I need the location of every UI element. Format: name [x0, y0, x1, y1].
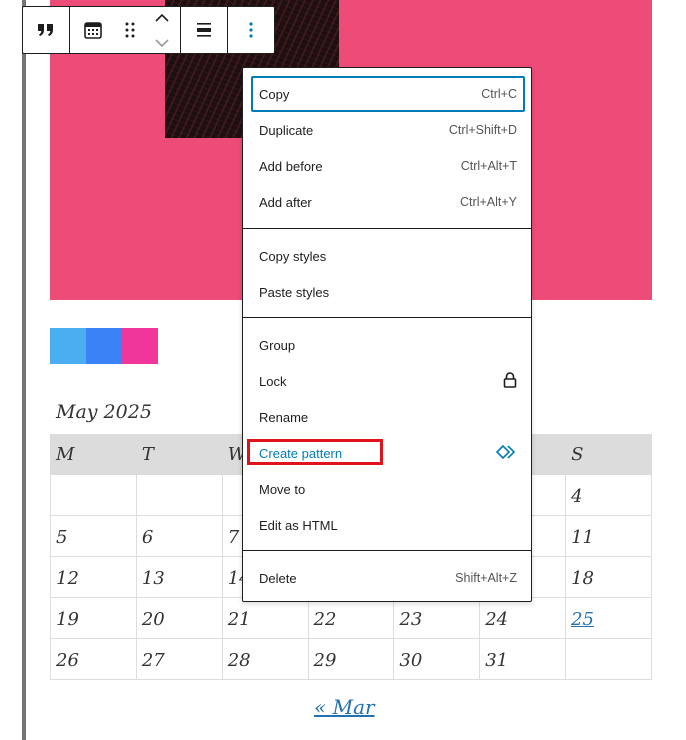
calendar-day: 13	[135, 556, 223, 598]
menu-item-group[interactable]: Group	[251, 327, 525, 363]
menu-item-label: Move to	[259, 481, 306, 497]
calendar-day: 28	[221, 638, 309, 680]
menu-item-add-after[interactable]: Add after Ctrl+Alt+Y	[251, 184, 525, 220]
calendar-day: 30	[393, 638, 481, 680]
menu-item-shortcut: Shift+Alt+Z	[455, 571, 517, 585]
weekday-header: T	[135, 434, 223, 475]
weekday-header: S	[565, 434, 652, 475]
calendar-day: 21	[221, 597, 309, 639]
block-selection-indicator	[22, 0, 26, 740]
menu-item-copy-styles[interactable]: Copy styles	[251, 238, 525, 274]
color-swatch-light-blue	[50, 328, 86, 364]
calendar-day: 12	[50, 556, 137, 598]
menu-item-paste-styles[interactable]: Paste styles	[251, 274, 525, 310]
menu-item-label: Group	[259, 337, 296, 353]
menu-item-shortcut: Ctrl+Shift+D	[448, 123, 517, 137]
move-down-icon[interactable]	[155, 33, 169, 52]
calendar-day: 19	[50, 597, 137, 639]
menu-item-rename[interactable]: Rename	[251, 399, 525, 435]
menu-divider	[243, 317, 531, 318]
calendar-day: 23	[393, 597, 481, 639]
calendar-icon[interactable]	[70, 7, 116, 53]
move-up-icon[interactable]	[155, 8, 169, 27]
calendar-day: 29	[307, 638, 395, 680]
color-swatch-blue	[86, 328, 122, 364]
menu-item-create-pattern[interactable]: Create pattern	[251, 435, 525, 471]
block-options-menu: Copy Ctrl+C Duplicate Ctrl+Shift+D Add b…	[242, 67, 532, 602]
menu-item-label: Lock	[259, 373, 287, 389]
calendar-week-row: 26 27 28 29 30 31	[50, 638, 652, 680]
menu-item-copy[interactable]: Copy Ctrl+C	[251, 76, 525, 112]
menu-item-label: Copy styles	[259, 248, 327, 264]
menu-item-label: Add after	[259, 194, 312, 210]
menu-item-shortcut: Ctrl+C	[481, 87, 517, 101]
color-swatch-pink	[122, 328, 158, 364]
menu-item-lock[interactable]: Lock	[251, 363, 525, 399]
calendar-day	[50, 474, 137, 516]
menu-item-move-to[interactable]: Move to	[251, 471, 525, 507]
weekday-header: M	[50, 434, 137, 475]
previous-month-link[interactable]: « Mar	[314, 695, 375, 719]
calendar-day-link[interactable]: 25	[565, 597, 652, 639]
menu-item-shortcut: Ctrl+Alt+Y	[460, 195, 517, 209]
calendar-day: 26	[50, 638, 137, 680]
calendar-day	[565, 638, 652, 680]
calendar-day: 6	[135, 515, 223, 557]
lock-icon	[503, 371, 517, 391]
calendar-day	[135, 474, 223, 516]
menu-item-label: Edit as HTML	[259, 517, 338, 533]
menu-item-label: Duplicate	[259, 122, 314, 138]
pattern-icon	[495, 444, 517, 463]
calendar-day: 4	[565, 474, 652, 516]
menu-item-add-before[interactable]: Add before Ctrl+Alt+T	[251, 148, 525, 184]
options-icon[interactable]	[228, 7, 274, 53]
menu-item-label: Delete	[259, 570, 297, 586]
menu-item-label: Add before	[259, 158, 323, 174]
menu-item-duplicate[interactable]: Duplicate Ctrl+Shift+D	[251, 112, 525, 148]
calendar-day: 18	[565, 556, 652, 598]
calendar-day-link-text[interactable]: 25	[571, 609, 594, 630]
calendar-day: 27	[135, 638, 223, 680]
calendar-day: 5	[50, 515, 137, 557]
block-toolbar	[22, 6, 275, 54]
calendar-day: 11	[565, 515, 652, 557]
menu-divider	[243, 228, 531, 229]
mover-buttons	[144, 7, 180, 53]
calendar-day: 24	[479, 597, 567, 639]
menu-item-shortcut: Ctrl+Alt+T	[460, 159, 517, 173]
menu-item-edit-as-html[interactable]: Edit as HTML	[251, 507, 525, 543]
quote-icon[interactable]	[23, 7, 69, 53]
calendar-week-row: 19 20 21 22 23 24 25	[50, 597, 652, 639]
align-icon[interactable]	[181, 7, 227, 53]
menu-item-label: Create pattern	[259, 445, 343, 461]
menu-divider	[243, 550, 531, 551]
drag-handle-icon[interactable]	[116, 7, 144, 53]
menu-item-label: Paste styles	[259, 284, 330, 300]
calendar-day: 22	[307, 597, 395, 639]
calendar-day: 31	[479, 638, 567, 680]
calendar-caption: May 2025	[56, 401, 152, 423]
menu-item-label: Copy	[259, 86, 290, 102]
menu-item-label: Rename	[259, 409, 309, 425]
calendar-day: 20	[135, 597, 223, 639]
menu-item-delete[interactable]: Delete Shift+Alt+Z	[251, 560, 525, 596]
